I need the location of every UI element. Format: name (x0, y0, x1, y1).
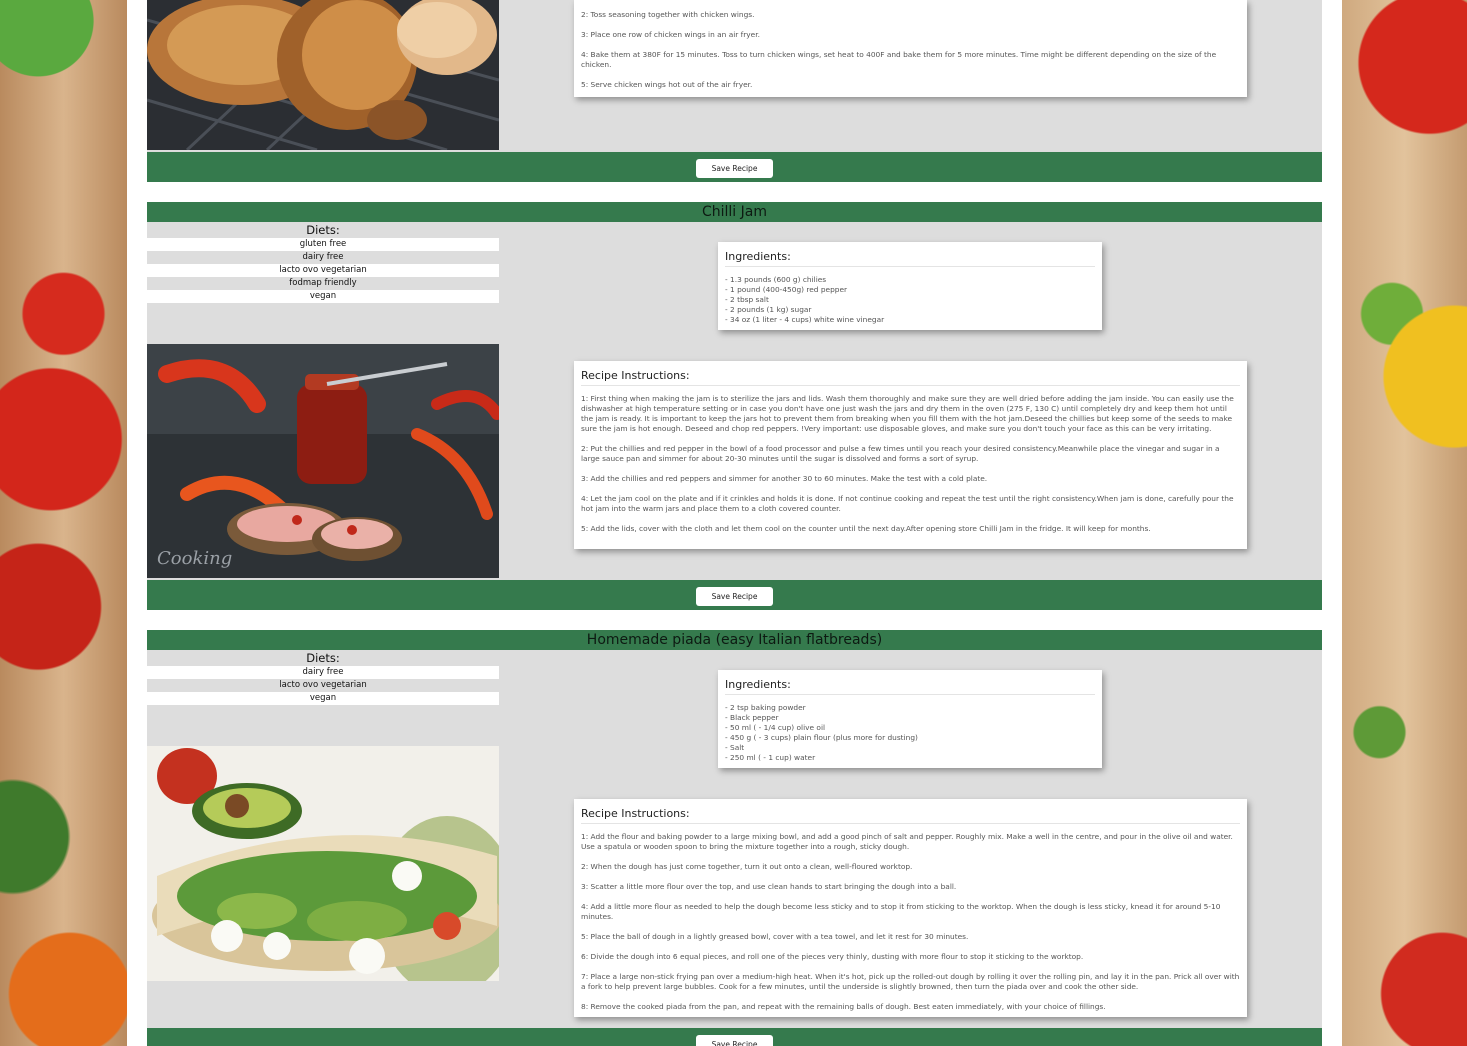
instruction-step: 1: Add the flour and baking powder to a … (581, 832, 1233, 851)
recipe-card-chicken-wings: 2: Toss seasoning together with chicken … (147, 0, 1322, 182)
ingredients-card: Ingredients: - 1.3 pounds (600 g) chilie… (718, 242, 1102, 330)
instruction-step: 5: Add the lids, cover with the cloth an… (581, 524, 1151, 533)
instruction-step: 5: Serve chicken wings hot out of the ai… (581, 80, 753, 89)
ingredients-label: Ingredients: (725, 242, 1095, 267)
recipe-image-chicken-wings (147, 0, 499, 150)
instruction-step: 2: When the dough has just come together… (581, 862, 913, 871)
recipe-title: Homemade piada (easy Italian flatbreads) (147, 630, 1322, 650)
ingredients-card: Ingredients: - 2 tsp baking powder - Bla… (718, 670, 1102, 768)
ingredient-item: - 2 pounds (1 kg) sugar (725, 305, 812, 314)
diet-tag: vegan (147, 290, 499, 303)
diet-tag: lacto ovo vegetarian (147, 264, 499, 277)
instruction-step: 3: Add the chillies and red peppers and … (581, 474, 988, 483)
instructions-label: Recipe Instructions: (581, 361, 1240, 386)
ingredient-item: - Black pepper (725, 713, 779, 722)
ingredient-item: - 2 tbsp salt (725, 295, 769, 304)
instructions-card: Recipe Instructions: 1: First thing when… (574, 361, 1247, 549)
diets-label: Diets: (306, 651, 340, 665)
svg-text:Cooking: Cooking (157, 548, 232, 569)
instruction-step: 4: Add a little more flour as needed to … (581, 902, 1221, 921)
instruction-step: 6: Divide the dough into 6 equal pieces,… (581, 952, 1084, 961)
instruction-step: 8: Remove the cooked piada from the pan,… (581, 1002, 1106, 1011)
ingredient-item: - 450 g ( - 3 cups) plain flour (plus mo… (725, 733, 918, 742)
save-bar: Save Recipe (147, 1028, 1322, 1046)
diets-list: Diets: gluten free dairy free lacto ovo … (147, 222, 499, 303)
recipe-image-piada (147, 746, 499, 981)
instruction-step: 4: Bake them at 380F for 15 minutes. Tos… (581, 50, 1217, 69)
recipe-list: 2: Toss seasoning together with chicken … (127, 0, 1342, 1046)
diet-tag: gluten free (147, 238, 499, 251)
instruction-step: 7: Place a large non-stick frying pan ov… (581, 972, 1240, 991)
save-bar: Save Recipe (147, 152, 1322, 182)
ingredient-item: - 34 oz (1 liter - 4 cups) white wine vi… (725, 315, 885, 324)
ingredient-item: - 1 pound (400-450g) red pepper (725, 285, 848, 294)
diet-tag: fodmap friendly (147, 277, 499, 290)
recipe-title: Chilli Jam (147, 202, 1322, 222)
save-bar: Save Recipe (147, 580, 1322, 610)
diet-tag: dairy free (147, 666, 499, 679)
diet-tag: vegan (147, 692, 499, 705)
ingredient-item: - 250 ml ( - 1 cup) water (725, 753, 816, 762)
instruction-step: 4: Let the jam cool on the plate and if … (581, 494, 1234, 513)
ingredient-item: - 1.3 pounds (600 g) chilies (725, 275, 827, 284)
instructions-card: Recipe Instructions: 1: Add the flour an… (574, 799, 1247, 1017)
recipe-image-chilli-jam: Cooking (147, 344, 499, 578)
ingredient-item: - Salt (725, 743, 745, 752)
background-right-decor (1342, 0, 1467, 1046)
diets-list: Diets: dairy free lacto ovo vegetarian v… (147, 650, 499, 705)
diets-label: Diets: (306, 223, 340, 237)
instruction-step: 1: First thing when making the jam is to… (581, 394, 1234, 433)
instructions-label: Recipe Instructions: (581, 799, 1240, 824)
ingredient-item: - 50 ml ( - 1/4 cup) olive oil (725, 723, 826, 732)
instruction-step: 3: Scatter a little more flour over the … (581, 882, 957, 891)
ingredients-label: Ingredients: (725, 670, 1095, 695)
instructions-card: 2: Toss seasoning together with chicken … (574, 0, 1247, 97)
ingredient-item: - 2 tsp baking powder (725, 703, 806, 712)
save-recipe-button[interactable]: Save Recipe (696, 587, 773, 606)
instruction-step: 3: Place one row of chicken wings in an … (581, 30, 760, 39)
diet-tag: dairy free (147, 251, 499, 264)
instruction-step: 2: Toss seasoning together with chicken … (581, 10, 755, 19)
save-recipe-button[interactable]: Save Recipe (696, 1035, 773, 1046)
instruction-step: 2: Put the chillies and red pepper in th… (581, 444, 1220, 463)
recipe-card-chilli-jam: Chilli Jam Diets: gluten free dairy free… (147, 202, 1322, 610)
recipe-card-piada: Homemade piada (easy Italian flatbreads)… (147, 630, 1322, 1046)
save-recipe-button[interactable]: Save Recipe (696, 159, 773, 178)
diet-tag: lacto ovo vegetarian (147, 679, 499, 692)
background-left-decor (0, 0, 127, 1046)
instruction-step: 5: Place the ball of dough in a lightly … (581, 932, 969, 941)
